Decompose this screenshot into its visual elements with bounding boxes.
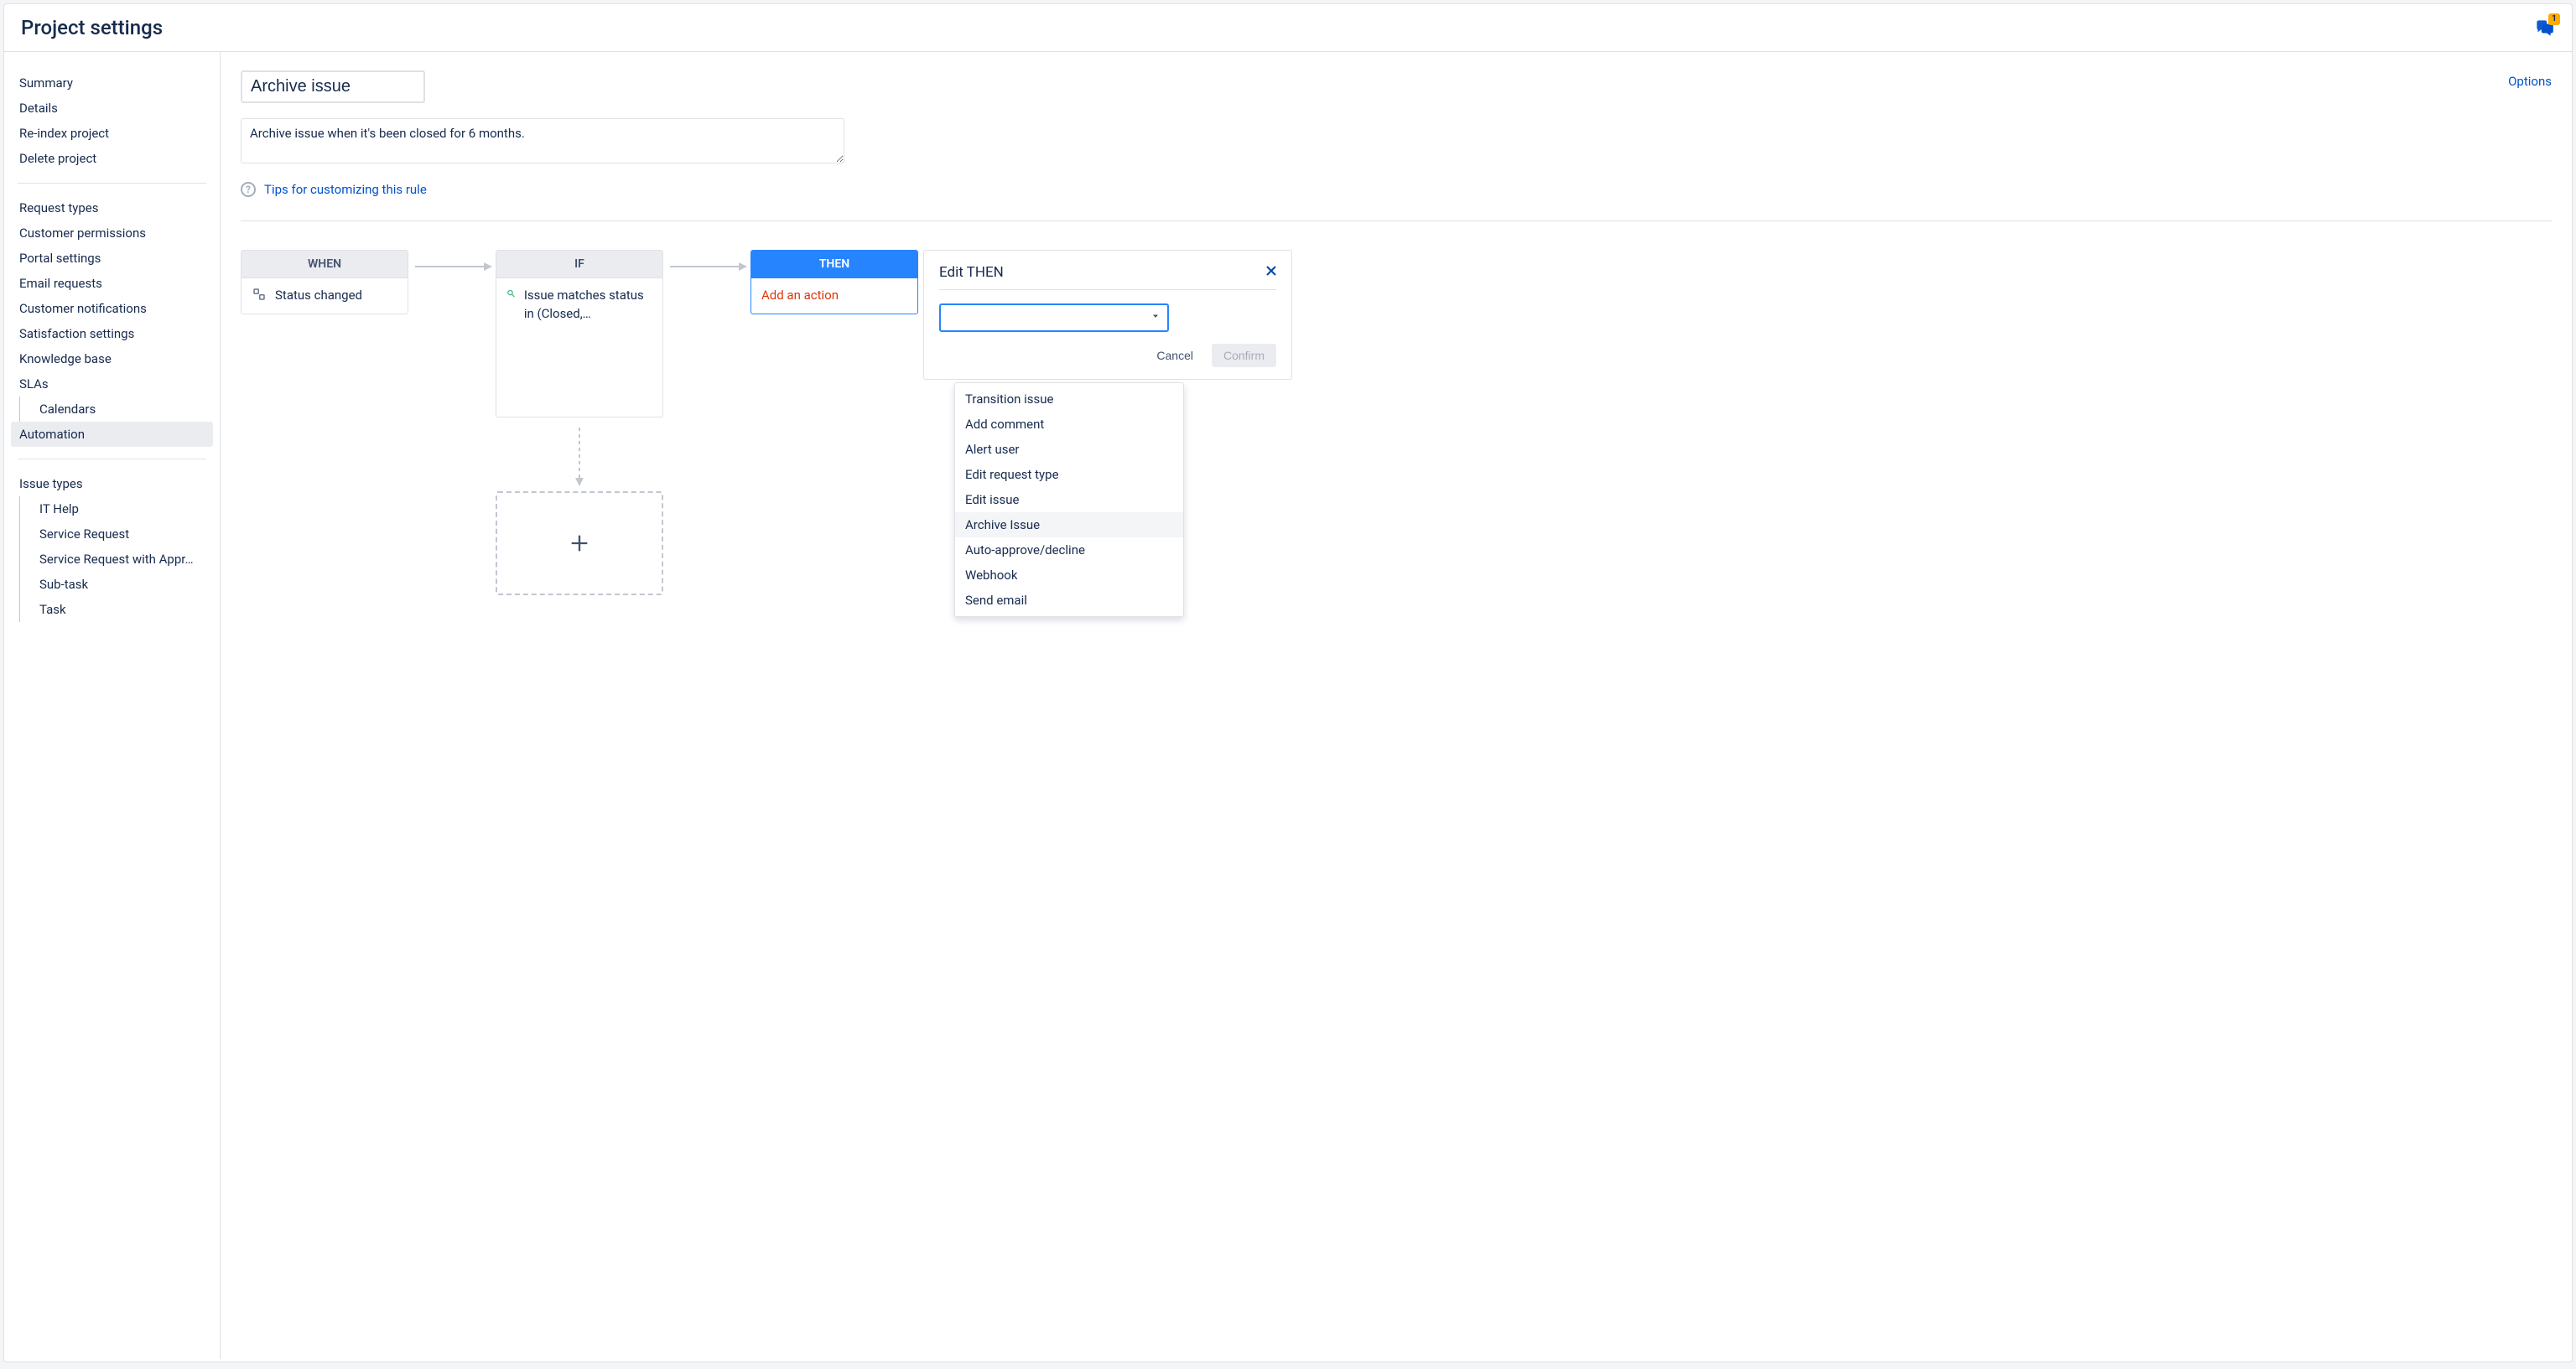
- sidebar-item-reindex[interactable]: Re-index project: [11, 121, 213, 146]
- automation-flow: WHEN Status changed IF Issue m: [241, 250, 2552, 595]
- sidebar-item-summary[interactable]: Summary: [11, 70, 213, 96]
- sidebar-item-knowledge-base[interactable]: Knowledge base: [11, 346, 213, 371]
- sidebar-item-slas[interactable]: SLAs: [11, 371, 213, 397]
- when-text: Status changed: [275, 287, 362, 305]
- edit-then-panel: Edit THEN Transition issue: [923, 250, 1292, 380]
- action-dropdown: Transition issue Add comment Alert user …: [954, 382, 1184, 617]
- option-archive-issue[interactable]: Archive Issue: [955, 512, 1183, 537]
- if-card[interactable]: IF Issue matches status in (Closed,…: [496, 250, 663, 417]
- topbar: Project settings 1: [4, 4, 2572, 52]
- sidebar-item-sub-task[interactable]: Sub-task: [31, 572, 213, 597]
- search-icon: [506, 287, 516, 300]
- main-content: Options ? Tips for customizing this rule…: [221, 52, 2572, 1359]
- panel-divider: [939, 289, 1276, 290]
- feedback-icon[interactable]: 1: [2533, 17, 2555, 39]
- sidebar-item-service-request[interactable]: Service Request: [31, 521, 213, 547]
- option-send-email[interactable]: Send email: [955, 588, 1183, 613]
- sidebar-item-portal-settings[interactable]: Portal settings: [11, 246, 213, 271]
- sidebar: Summary Details Re-index project Delete …: [4, 52, 221, 1359]
- page-title: Project settings: [21, 16, 163, 39]
- if-head: IF: [496, 251, 662, 278]
- option-edit-issue[interactable]: Edit issue: [955, 487, 1183, 512]
- close-icon[interactable]: [1263, 262, 1280, 279]
- status-icon: [252, 287, 267, 302]
- option-auto-approve-decline[interactable]: Auto-approve/decline: [955, 537, 1183, 563]
- sidebar-item-it-help[interactable]: IT Help: [31, 496, 213, 521]
- option-edit-request-type[interactable]: Edit request type: [955, 462, 1183, 487]
- sidebar-item-satisfaction-settings[interactable]: Satisfaction settings: [11, 321, 213, 346]
- section-divider: [241, 220, 2552, 221]
- add-if-button[interactable]: [496, 491, 663, 595]
- arrow-down-icon: [571, 426, 588, 491]
- sidebar-item-email-requests[interactable]: Email requests: [11, 271, 213, 296]
- arrow-right-icon: [663, 252, 750, 282]
- when-card[interactable]: WHEN Status changed: [241, 250, 408, 314]
- sidebar-item-service-request-approvals[interactable]: Service Request with Appr…: [31, 547, 213, 572]
- options-link[interactable]: Options: [2508, 70, 2552, 89]
- then-card[interactable]: THEN Add an action: [750, 250, 918, 314]
- tips-link[interactable]: Tips for customizing this rule: [264, 182, 427, 197]
- when-head: WHEN: [242, 251, 408, 278]
- then-head: THEN: [751, 251, 917, 278]
- option-webhook[interactable]: Webhook: [955, 563, 1183, 588]
- help-icon: ?: [241, 182, 256, 197]
- plus-icon: [568, 532, 591, 555]
- rule-name-input[interactable]: [241, 70, 425, 103]
- sidebar-item-details[interactable]: Details: [11, 96, 213, 121]
- nav-divider: [18, 183, 206, 184]
- if-text: Issue matches status in (Closed,…: [524, 287, 652, 324]
- action-select[interactable]: [939, 303, 1169, 332]
- option-add-comment[interactable]: Add comment: [955, 412, 1183, 437]
- sidebar-item-task[interactable]: Task: [31, 597, 213, 622]
- sidebar-item-calendars[interactable]: Calendars: [31, 397, 213, 422]
- feedback-badge: 1: [2548, 13, 2560, 25]
- chevron-down-icon: [1150, 311, 1161, 324]
- sidebar-item-request-types[interactable]: Request types: [11, 195, 213, 220]
- option-alert-user[interactable]: Alert user: [955, 437, 1183, 462]
- sidebar-item-customer-notifications[interactable]: Customer notifications: [11, 296, 213, 321]
- sidebar-item-delete[interactable]: Delete project: [11, 146, 213, 171]
- sidebar-item-customer-permissions[interactable]: Customer permissions: [11, 220, 213, 246]
- then-text: Add an action: [761, 287, 839, 305]
- arrow-right-icon: [408, 252, 496, 282]
- confirm-button[interactable]: Confirm: [1212, 344, 1276, 367]
- sidebar-heading-issue-types: Issue types: [11, 471, 213, 496]
- option-transition-issue[interactable]: Transition issue: [955, 386, 1183, 412]
- cancel-button[interactable]: Cancel: [1151, 344, 1198, 367]
- panel-title: Edit THEN: [939, 264, 1276, 281]
- sidebar-item-automation[interactable]: Automation: [11, 422, 213, 447]
- rule-description-input[interactable]: [241, 118, 844, 163]
